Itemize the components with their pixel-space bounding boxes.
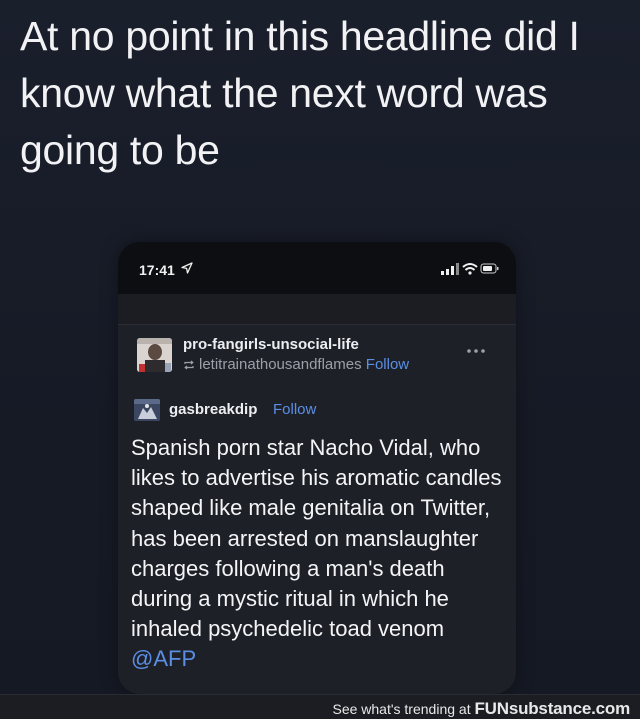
source-username[interactable]: gasbreakdip [169, 401, 257, 418]
location-arrow-icon [181, 262, 193, 274]
headline-text: At no point in this headline did I know … [20, 13, 580, 173]
source-follow-button[interactable]: Follow [273, 401, 316, 418]
brand-logo: FUNsubstance.com [474, 699, 630, 718]
reblog-icon [184, 360, 194, 370]
status-bar: 17:41 [118, 242, 516, 294]
status-icons [441, 263, 499, 275]
meme-page: At no point in this headline did I know … [0, 0, 640, 719]
post-body-text: Spanish porn star Nacho Vidal, who likes… [131, 435, 502, 642]
phone-screenshot: 17:41 pro-fangirls-unsocial-life letitra… [118, 242, 516, 694]
footer-bar: See what's trending at FUNsubstance.com [0, 694, 640, 719]
tumblr-post: pro-fangirls-unsocial-life letitrainatho… [118, 325, 516, 694]
footer-text[interactable]: See what's trending at FUNsubstance.com [332, 699, 630, 719]
post-body: Spanish porn star Nacho Vidal, who likes… [131, 433, 511, 675]
mention-link[interactable]: @AFP [131, 646, 196, 671]
source-avatar[interactable] [134, 399, 160, 421]
app-nav-bar [118, 294, 516, 325]
battery-icon [480, 263, 499, 274]
reblogger-name[interactable]: pro-fangirls-unsocial-life [183, 336, 359, 353]
reblogged-from-name[interactable]: letitrainathousandflames [199, 356, 362, 373]
signal-bars-icon [441, 263, 459, 275]
follow-button[interactable]: Follow [366, 356, 409, 373]
footer-prefix: See what's trending at [332, 701, 471, 717]
status-time: 17:41 [139, 262, 175, 278]
reblogger-avatar[interactable] [137, 338, 172, 372]
reblog-line: letitrainathousandflames Follow [183, 356, 409, 373]
more-options-icon[interactable] [466, 348, 486, 354]
wifi-icon [462, 263, 478, 275]
